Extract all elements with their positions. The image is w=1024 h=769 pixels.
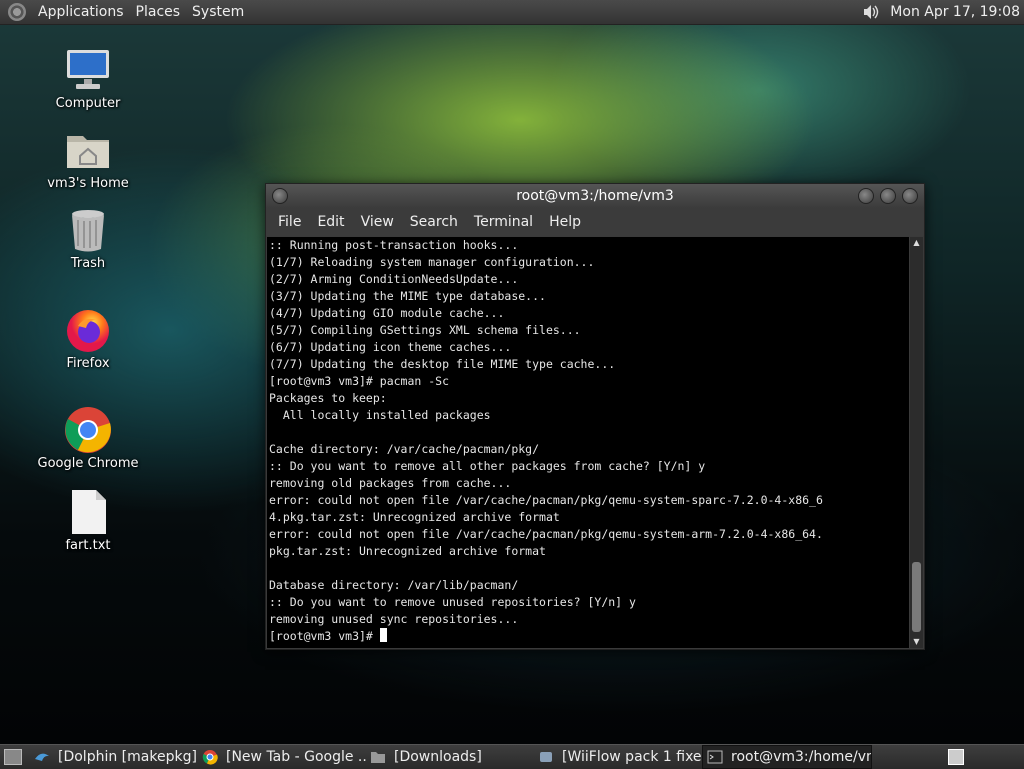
terminal-line: :: Running post-transaction hooks... (269, 238, 519, 252)
scrollbar-thumb[interactable] (912, 562, 921, 632)
terminal-line: (3/7) Updating the MIME type database... (269, 289, 546, 303)
volume-icon[interactable] (860, 3, 882, 21)
terminal-line: removing old packages from cache... (269, 476, 512, 490)
terminal-prompt-line[interactable]: [root@vm3 vm3]# (267, 628, 909, 645)
terminal-line: 4.pkg.tar.zst: Unrecognized archive form… (269, 510, 560, 524)
terminal-line: error: could not open file /var/cache/pa… (269, 527, 823, 541)
workspace-switcher[interactable] (948, 749, 964, 765)
desktop-icon-firefox[interactable]: Firefox (33, 306, 143, 371)
terminal-cursor (379, 628, 387, 642)
menu-applications[interactable]: Applications (32, 4, 130, 20)
terminal-line: (2/7) Arming ConditionNeedsUpdate... (269, 272, 519, 286)
close-button[interactable] (902, 188, 918, 204)
menu-terminal[interactable]: Terminal (466, 214, 541, 230)
desktop-icon-label: Firefox (66, 356, 110, 371)
trash-icon (64, 206, 112, 254)
taskbar-item[interactable]: [WiiFlow pack 1 fixe... (534, 746, 702, 768)
window-title: root@vm3:/home/vm3 (516, 188, 674, 204)
dolphin-icon (34, 749, 50, 765)
menu-help[interactable]: Help (541, 214, 589, 230)
terminal-lines: :: Running post-transaction hooks...(1/7… (267, 237, 909, 628)
menu-file[interactable]: File (270, 214, 309, 230)
terminal-window[interactable]: root@vm3:/home/vm3 File Edit View Search… (265, 183, 925, 650)
desktop-icon-computer[interactable]: Computer (33, 46, 143, 111)
taskbar-item[interactable]: [Downloads] (366, 746, 534, 768)
text-file-icon (64, 488, 112, 536)
window-menu-icon[interactable] (272, 188, 288, 204)
folder-icon (370, 749, 386, 765)
terminal-line: All locally installed packages (269, 408, 491, 422)
terminal-line: (7/7) Updating the desktop file MIME typ… (269, 357, 616, 371)
taskbar-item-label: [New Tab - Google ... (226, 749, 366, 765)
scroll-up-icon[interactable]: ▲ (910, 237, 923, 249)
terminal-line: (5/7) Compiling GSettings XML schema fil… (269, 323, 581, 337)
menu-system[interactable]: System (186, 4, 250, 20)
terminal-menubar: File Edit View Search Terminal Help (266, 208, 924, 236)
taskbar-item-label: [Downloads] (394, 749, 482, 765)
app-icon (538, 749, 554, 765)
terminal-line: Database directory: /var/lib/pacman/ (269, 578, 519, 592)
desktop-icon-trash[interactable]: Trash (33, 206, 143, 271)
taskbar-item[interactable]: [New Tab - Google ... (198, 746, 366, 768)
terminal-scrollbar[interactable]: ▲ ▼ (910, 237, 923, 648)
taskbar-item-label: root@vm3:/home/vm3 (731, 749, 871, 765)
terminal-line: pkg.tar.zst: Unrecognized archive format (269, 544, 546, 558)
menu-search[interactable]: Search (402, 214, 466, 230)
terminal-line: Packages to keep: (269, 391, 387, 405)
top-panel: Applications Places System Mon Apr 17, 1… (0, 0, 1024, 25)
chrome-icon (64, 406, 112, 454)
firefox-icon (64, 306, 112, 354)
terminal-prompt: [root@vm3 vm3]# (269, 629, 380, 643)
window-titlebar[interactable]: root@vm3:/home/vm3 (266, 184, 924, 208)
desktop-icon-label: Trash (70, 256, 106, 271)
terminal-line: [root@vm3 vm3]# pacman -Sc (269, 374, 450, 388)
desktop-icon-label: Google Chrome (37, 456, 139, 471)
taskbar-item[interactable]: [Dolphin [makepkg] ... (30, 746, 198, 768)
scroll-down-icon[interactable]: ▼ (910, 636, 923, 648)
terminal-output[interactable]: :: Running post-transaction hooks...(1/7… (267, 237, 909, 648)
desktop-icon-label: vm3's Home (47, 176, 129, 191)
desktop-icon-home[interactable]: vm3's Home (33, 126, 143, 191)
desktop-icon-chrome[interactable]: Google Chrome (33, 406, 143, 471)
desktop-icon-fart-txt[interactable]: fart.txt (33, 488, 143, 553)
distro-logo-icon[interactable] (8, 3, 26, 21)
home-folder-icon (64, 126, 112, 174)
terminal-line: (1/7) Reloading system manager configura… (269, 255, 595, 269)
taskbar-item-label: [WiiFlow pack 1 fixe... (562, 749, 702, 765)
show-desktop-button[interactable] (4, 749, 22, 765)
menu-view[interactable]: View (353, 214, 402, 230)
terminal-icon (707, 749, 723, 765)
terminal-line: (4/7) Updating GIO module cache... (269, 306, 505, 320)
minimize-button[interactable] (858, 188, 874, 204)
chrome-icon (202, 749, 218, 765)
maximize-button[interactable] (880, 188, 896, 204)
menu-places[interactable]: Places (130, 4, 187, 20)
terminal-line: removing unused sync repositories... (269, 612, 519, 626)
terminal-line: error: could not open file /var/cache/pa… (269, 493, 823, 507)
terminal-line: :: Do you want to remove unused reposito… (269, 595, 636, 609)
terminal-line: Cache directory: /var/cache/pacman/pkg/ (269, 442, 540, 456)
desktop-icon-label: Computer (55, 96, 121, 111)
taskbar-item-label: [Dolphin [makepkg] ... (58, 749, 198, 765)
clock[interactable]: Mon Apr 17, 19:08 (890, 4, 1020, 20)
terminal-line: :: Do you want to remove all other packa… (269, 459, 706, 473)
menu-edit[interactable]: Edit (309, 214, 352, 230)
computer-icon (64, 46, 112, 94)
taskbar-item-active[interactable]: root@vm3:/home/vm3 (702, 745, 872, 769)
bottom-panel: [Dolphin [makepkg] ... [New Tab - Google… (0, 744, 1024, 769)
desktop-icon-label: fart.txt (65, 538, 111, 553)
terminal-line: (6/7) Updating icon theme caches... (269, 340, 512, 354)
